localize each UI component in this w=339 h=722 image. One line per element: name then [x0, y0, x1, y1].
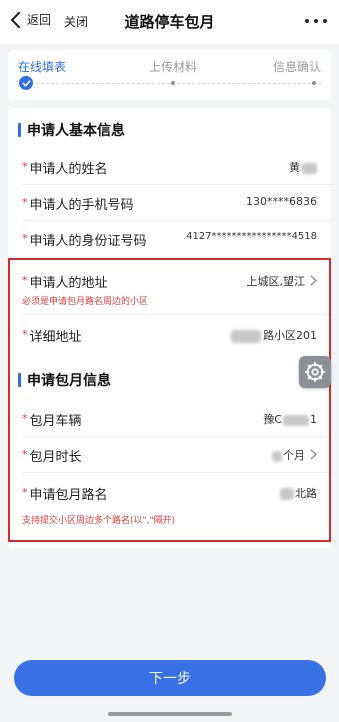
applicant-phone-value: 130****6836	[246, 195, 317, 208]
step-dot-2	[171, 81, 175, 85]
chevron-right-icon	[310, 275, 317, 286]
applicant-name-label: * 申请人的姓名	[22, 160, 108, 177]
applicant-name-value: 黄	[289, 159, 317, 175]
applicant-address-value: 上城区,望江	[246, 275, 306, 288]
applicant-id-row[interactable]: * 申请人的身份证号码 4127****************4518	[8, 220, 331, 256]
road-name-label: * 申请包月路名	[22, 486, 108, 503]
step-online-form: 在线填表	[18, 60, 67, 74]
applicant-phone-row[interactable]: * 申请人的手机号码 130****6836	[8, 184, 331, 220]
home-indicator	[108, 712, 232, 716]
page: 返回 关闭 道路停车包月 在线填表 上传材料 信息确认 申请人基本信息 * 申请人…	[0, 0, 339, 722]
next-step-button[interactable]: 下一步	[14, 660, 326, 696]
road-name-row[interactable]: * 申请包月路名 北路	[8, 474, 331, 510]
nav-bar: 返回 关闭 道路停车包月	[0, 0, 339, 44]
duration-label: * 包月时长	[22, 448, 82, 465]
section-accent-bar	[18, 373, 21, 387]
applicant-phone-label: * 申请人的手机号码	[22, 196, 134, 213]
back-label: 返回	[27, 13, 52, 27]
application-form: 申请人基本信息 * 申请人的姓名 黄 * 申请人的手机号码 130****6836 …	[8, 108, 331, 548]
progress-steps: 在线填表 上传材料 信息确认	[8, 50, 331, 100]
chevron-left-icon	[11, 11, 20, 28]
section-title-monthly: 申请包月信息	[27, 373, 111, 389]
step-dot-3	[312, 81, 316, 85]
detail-address-row[interactable]: * 详细地址 路小区201	[8, 316, 331, 352]
applicant-id-label: * 申请人的身份证号码	[22, 232, 147, 249]
section-applicant-info: 申请人基本信息	[18, 120, 125, 140]
detail-address-value: 路小区201	[231, 327, 317, 343]
applicant-address-row[interactable]: * 申请人的地址 上城区,望江	[8, 262, 331, 298]
floating-settings-button[interactable]	[299, 356, 331, 388]
duration-value: 个月	[272, 447, 305, 463]
road-name-value: 北路	[280, 485, 317, 501]
step-info-confirm: 信息确认	[272, 60, 321, 74]
applicant-id-value: 4127****************4518	[186, 231, 317, 242]
vehicle-row[interactable]: * 包月车辆 豫C 1	[8, 400, 331, 436]
section-accent-bar	[18, 123, 21, 137]
close-button[interactable]: 关闭	[64, 13, 88, 30]
back-button[interactable]: 返回	[10, 11, 51, 28]
duration-row[interactable]: * 包月时长 个月	[8, 436, 331, 472]
divider	[22, 314, 331, 315]
section-title-applicant: 申请人基本信息	[27, 123, 125, 139]
address-hint: 必须是申请包月路名周边的小区	[22, 297, 149, 307]
step-upload-materials: 上传材料	[149, 60, 198, 74]
applicant-address-label: * 申请人的地址	[22, 274, 108, 291]
page-title: 道路停车包月	[124, 13, 215, 31]
road-name-hint: 支持提交小区周边多个路名(以","隔开)	[22, 516, 176, 526]
applicant-name-row[interactable]: * 申请人的姓名 黄	[8, 148, 331, 184]
step-connector	[36, 83, 321, 84]
step-done-check-icon	[19, 76, 33, 90]
more-dots-icon[interactable]	[305, 12, 327, 30]
section-monthly-info: 申请包月信息	[18, 370, 111, 390]
chevron-right-icon	[310, 449, 317, 460]
gear-icon	[304, 361, 326, 383]
divider	[22, 258, 331, 259]
vehicle-label: * 包月车辆	[22, 412, 82, 429]
divider	[22, 472, 331, 473]
detail-address-label: * 详细地址	[22, 328, 82, 345]
vehicle-value: 豫C 1	[263, 413, 317, 426]
